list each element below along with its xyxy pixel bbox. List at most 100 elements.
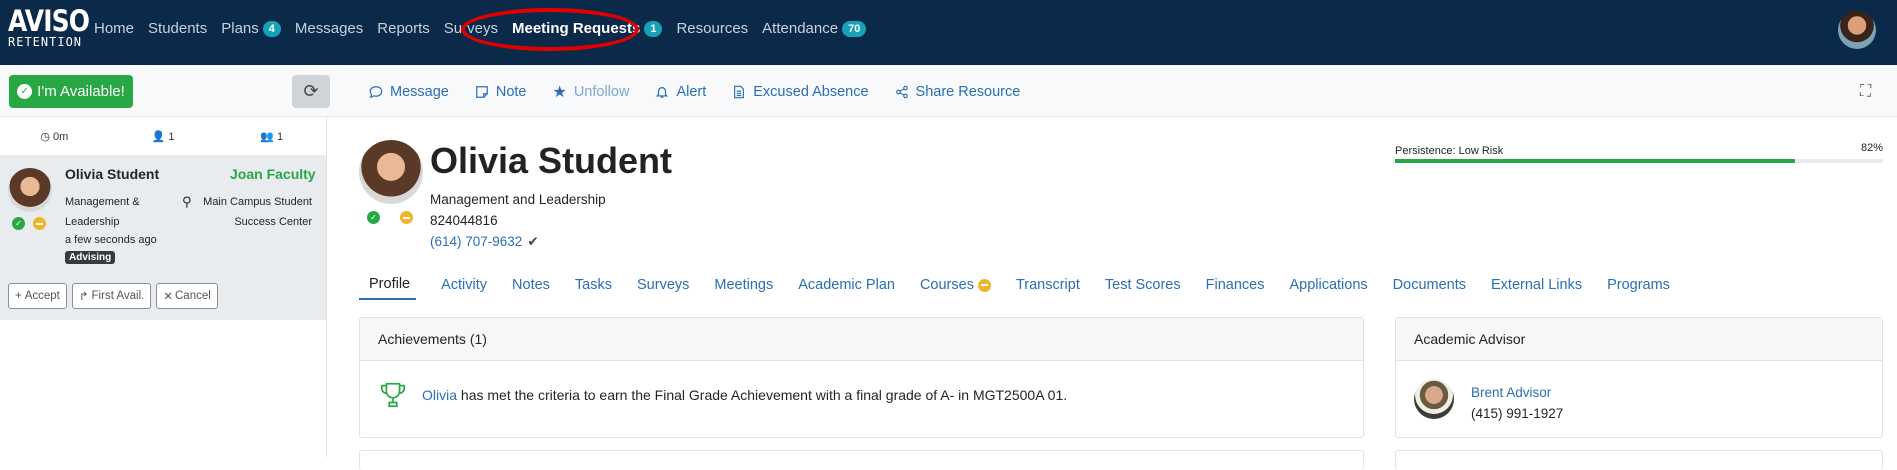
alert-label: Alert [676, 84, 707, 100]
star-icon: ★ [552, 84, 567, 101]
student-profile-photo [359, 140, 423, 204]
top-navbar: AVISO RETENTION Home Students Plans 4 Mes… [0, 0, 1897, 65]
student-link[interactable]: Olivia [422, 387, 457, 403]
plans-count-badge: 4 [262, 20, 281, 37]
queue-program: Management & Leadership [65, 196, 140, 228]
message-action[interactable]: Message [369, 84, 449, 100]
note-label: Note [495, 84, 527, 100]
excused-absence-action[interactable]: Excused Absence [732, 84, 869, 100]
achievements-panel: Achievements (1) Olivia has met the crit… [359, 317, 1364, 438]
student-phone-link[interactable]: (614) 707-9632 [430, 234, 522, 249]
attendance-count-badge: 70 [842, 20, 867, 37]
advisor-name-link[interactable]: Brent Advisor [1471, 385, 1551, 400]
user-avatar[interactable] [1838, 11, 1876, 49]
nav-reports[interactable]: Reports [377, 20, 430, 37]
tab-label: External Links [1491, 277, 1583, 293]
tab-applications[interactable]: Applications [1289, 276, 1367, 300]
queue-card[interactable]: ✓ Olivia Student Joan Faculty Management… [0, 155, 326, 320]
unfollow-action[interactable]: ★ Unfollow [552, 82, 629, 102]
share-arrow-icon: ↱ [78, 291, 89, 303]
tab-documents[interactable]: Documents [1393, 276, 1466, 300]
user-icon: 👤 [151, 130, 166, 143]
accept-button[interactable]: + Accept [8, 283, 67, 309]
cancel-button[interactable]: ✕ Cancel [156, 283, 218, 309]
minus-circle-icon [33, 217, 46, 230]
tab-label: Surveys [637, 277, 690, 293]
nav-home[interactable]: Home [94, 20, 134, 37]
tab-academic-plan[interactable]: Academic Plan [798, 276, 895, 300]
plus-icon: + [15, 290, 22, 302]
nav-reports-label: Reports [377, 20, 430, 37]
group-count-value: 1 [277, 130, 284, 143]
queue-location: ⚲ Main Campus Student Success Center [182, 192, 312, 232]
first-avail-label: First Avail. [91, 290, 145, 302]
check-circle-icon: ✓ [17, 84, 33, 99]
tab-transcript[interactable]: Transcript [1016, 276, 1080, 300]
nav-students-label: Students [148, 20, 208, 37]
fullscreen-icon[interactable]: ⛶ [1860, 83, 1871, 101]
map-marker-icon: ⚲ [182, 194, 192, 209]
tab-finances[interactable]: Finances [1206, 276, 1265, 300]
tab-label: Profile [369, 276, 411, 292]
nav-messages[interactable]: Messages [295, 20, 363, 37]
success-check-icon: ✓ [367, 211, 380, 224]
single-count-stat: 👤 1 [109, 130, 218, 143]
message-label: Message [390, 84, 449, 100]
achievement-item: Olivia has met the criteria to earn the … [378, 380, 1067, 410]
nav-students[interactable]: Students [148, 20, 207, 37]
next-side-panel [1395, 450, 1883, 470]
share-resource-action[interactable]: Share Resource [895, 84, 1020, 100]
share-icon [895, 85, 908, 99]
nav-plans[interactable]: Plans 4 [221, 20, 281, 37]
tab-external-links[interactable]: External Links [1491, 276, 1582, 300]
alert-action[interactable]: Alert [655, 84, 706, 100]
nav-attendance[interactable]: Attendance 70 [762, 20, 867, 37]
warning-minus-icon [977, 278, 991, 292]
minus-circle-icon [400, 211, 413, 224]
nav-attendance-label: Attendance [762, 20, 839, 37]
tab-programs[interactable]: Programs [1607, 276, 1670, 300]
tab-label: Transcript [1015, 277, 1080, 293]
student-phone[interactable]: (614) 707-9632 ✔ [430, 234, 539, 250]
nav-plans-label: Plans [221, 20, 259, 37]
profile-tabs: Profile Activity Notes Tasks Surveys Meetings… [359, 276, 1695, 300]
logo-wordmark: AVISO [8, 4, 90, 38]
nav-messages-label: Messages [294, 20, 364, 37]
wait-time-stat: ◷ 0m [0, 130, 109, 143]
tab-surveys[interactable]: Surveys [637, 276, 689, 300]
tab-meetings[interactable]: Meetings [714, 276, 773, 300]
red-highlight-annotation [461, 8, 639, 51]
tab-profile[interactable]: Profile [359, 276, 417, 300]
wait-time-value: 0m [53, 130, 69, 143]
queue-location-text: Main Campus Student Success Center [203, 196, 312, 228]
tab-notes[interactable]: Notes [512, 276, 550, 300]
tab-label: Tasks [574, 277, 612, 293]
first-avail-button[interactable]: ↱ First Avail. [71, 283, 152, 309]
cancel-label: Cancel [175, 290, 211, 302]
student-avatar [8, 168, 52, 212]
achievement-text: has met the criteria to earn the Final G… [457, 387, 1068, 403]
persistence-label: Persistence: Low Risk [1395, 145, 1504, 157]
trophy-icon [380, 382, 406, 408]
group-count-stat: 👥 1 [217, 130, 326, 143]
tab-test-scores[interactable]: Test Scores [1105, 276, 1181, 300]
student-program: Management and Leadership [430, 192, 606, 207]
tab-label: Meetings [714, 277, 774, 293]
note-action[interactable]: Note [475, 84, 527, 100]
queue-card-actions: + Accept ↱ First Avail. ✕ Cancel [8, 283, 223, 309]
document-icon [734, 85, 745, 99]
student-actions: Message Note ★ Unfollow Alert Excused Ab… [369, 82, 1046, 102]
aviso-logo[interactable]: AVISO RETENTION [8, 4, 90, 49]
tab-courses[interactable]: Courses [920, 276, 991, 300]
nav-resources[interactable]: Resources [676, 20, 748, 37]
queue-faculty-name: Joan Faculty [230, 166, 316, 182]
achievements-header: Achievements (1) [360, 318, 1363, 361]
success-check-icon: ✓ [12, 217, 25, 230]
refresh-button[interactable]: ⟳ [292, 75, 330, 108]
comment-icon [369, 86, 383, 99]
tab-activity[interactable]: Activity [441, 276, 487, 300]
im-available-button[interactable]: ✓ I'm Available! [9, 75, 133, 108]
tab-label: Courses [919, 277, 974, 293]
tab-label: Programs [1607, 277, 1670, 293]
tab-tasks[interactable]: Tasks [575, 276, 612, 300]
